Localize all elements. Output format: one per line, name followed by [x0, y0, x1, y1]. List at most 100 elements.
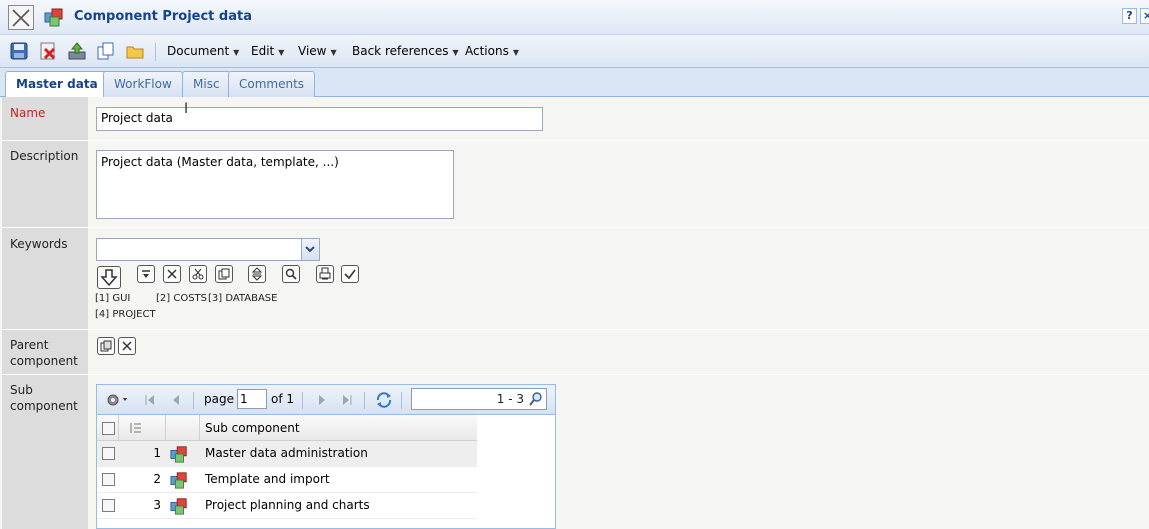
search-icon — [285, 268, 297, 280]
tab-bar: Master data WorkFlow Misc Comments — [0, 68, 1149, 98]
parent-component-label-line2: component — [10, 354, 78, 368]
keywords-label: Keywords — [10, 237, 68, 251]
keyword-search-button[interactable] — [282, 265, 300, 283]
grid-paging-toolbar: page 1 of 1 1 - 3 — [97, 385, 555, 415]
row-number-header[interactable] — [119, 415, 166, 441]
component-icon — [170, 472, 187, 489]
close-icon — [12, 9, 30, 27]
row-divider — [2, 140, 1149, 141]
keywords-combo[interactable] — [96, 238, 320, 261]
component-icon — [170, 446, 187, 463]
search-icon[interactable] — [528, 391, 544, 407]
master-data-form: Name Project data I Description Project … — [0, 97, 1149, 529]
table-row[interactable]: 3 Project planning and charts — [97, 493, 477, 519]
name-input[interactable]: Project data — [96, 107, 543, 131]
row-name[interactable]: Template and import — [205, 472, 330, 486]
icon-column-header — [166, 415, 200, 441]
menu-actions[interactable]: Actions ▼ — [465, 44, 519, 58]
grid-toolbar-separator — [193, 392, 194, 409]
description-textarea[interactable]: Project data (Master data, template, ...… — [96, 150, 454, 219]
select-all-header — [97, 415, 119, 441]
grid-header-row: Sub component — [97, 415, 477, 441]
keyword-filter-button[interactable] — [137, 265, 155, 283]
tab-workflow[interactable]: WorkFlow — [103, 71, 183, 97]
grid-search-input[interactable]: 1 - 3 — [411, 388, 547, 410]
keyword-copy-button[interactable] — [215, 265, 233, 283]
numbered-list-icon — [130, 423, 141, 433]
record-range: 1 - 3 — [496, 392, 524, 406]
checkmark-icon — [344, 269, 356, 280]
menu-document[interactable]: Document ▼ — [167, 44, 239, 58]
copy-icon — [218, 268, 230, 280]
keyword-item[interactable]: [3] DATABASE — [208, 293, 277, 304]
keyword-item[interactable]: [4] PROJECT — [95, 309, 156, 320]
row-divider — [2, 329, 1149, 330]
page-label: page — [204, 392, 234, 406]
parent-component-label-line1: Parent — [10, 338, 49, 352]
tab-comments[interactable]: Comments — [228, 71, 316, 97]
row-checkbox[interactable] — [102, 447, 115, 460]
first-page-icon[interactable] — [143, 393, 157, 407]
sub-component-label-line1: Sub — [10, 383, 33, 397]
keyword-item[interactable]: [1] GUI — [95, 293, 130, 304]
parent-select-button[interactable] — [97, 337, 115, 355]
toolbar: Document ▼ Edit ▼ View ▼ Back references ▼ A… — [0, 35, 1149, 68]
tab-misc[interactable]: Misc — [182, 71, 231, 97]
window-title: Component Project data — [74, 9, 252, 24]
keyword-cut-button[interactable] — [189, 265, 207, 283]
sub-component-grid: page 1 of 1 1 - 3 Sub component 1 Master… — [96, 384, 556, 529]
page-number-input[interactable]: 1 — [237, 389, 267, 409]
save-icon[interactable] — [10, 42, 28, 60]
row-number: 1 — [153, 446, 161, 460]
menu-edit[interactable]: Edit ▼ — [251, 44, 284, 58]
chevron-down-icon — [305, 246, 315, 253]
table-row[interactable]: 1 Master data administration — [97, 441, 477, 467]
row-divider — [2, 374, 1149, 375]
select-all-checkbox[interactable] — [102, 422, 115, 435]
row-name[interactable]: Project planning and charts — [205, 498, 370, 512]
print-icon — [319, 267, 331, 280]
arrow-down-icon — [100, 269, 118, 287]
last-page-icon[interactable] — [340, 393, 354, 407]
row-checkbox[interactable] — [102, 473, 115, 486]
keyword-item[interactable]: [2] COSTS — [156, 293, 207, 304]
select-icon — [100, 340, 112, 352]
parent-clear-button[interactable] — [118, 337, 136, 355]
name-label: Name — [10, 106, 46, 120]
page-count-label: of 1 — [271, 392, 295, 406]
menu-view[interactable]: View ▼ — [298, 44, 337, 58]
keyword-remove-button[interactable] — [163, 265, 181, 283]
keywords-dropdown-button[interactable] — [301, 239, 319, 260]
row-checkbox[interactable] — [102, 499, 115, 512]
filter-icon — [142, 270, 150, 278]
close-window-button[interactable] — [8, 5, 34, 30]
toolbar-separator — [155, 43, 156, 61]
keyword-sort-button[interactable] — [248, 265, 266, 283]
close-icon — [167, 269, 177, 279]
previous-page-icon[interactable] — [169, 393, 183, 407]
delete-icon[interactable] — [39, 42, 57, 60]
add-keyword-button[interactable] — [97, 266, 121, 289]
description-label: Description — [10, 149, 79, 163]
close-panel-button[interactable]: × — [1140, 8, 1149, 24]
row-number: 3 — [153, 498, 161, 512]
gear-icon[interactable] — [105, 392, 129, 408]
folder-icon[interactable] — [126, 42, 144, 60]
component-icon — [170, 498, 187, 515]
next-page-icon[interactable] — [315, 393, 329, 407]
sub-component-column-header[interactable]: Sub component — [205, 421, 300, 435]
grid-toolbar-separator — [401, 392, 402, 409]
help-button[interactable]: ? — [1122, 8, 1137, 24]
export-icon[interactable] — [68, 42, 86, 60]
menu-back-references[interactable]: Back references ▼ — [352, 44, 459, 58]
row-name[interactable]: Master data administration — [205, 446, 368, 460]
keyword-confirm-button[interactable] — [341, 265, 359, 283]
tab-master-data[interactable]: Master data — [5, 71, 109, 98]
row-divider — [2, 227, 1149, 228]
table-row[interactable]: 2 Template and import — [97, 467, 477, 493]
keyword-print-button[interactable] — [316, 265, 334, 283]
copy-icon[interactable] — [97, 42, 115, 60]
sub-component-label-line2: component — [10, 399, 78, 413]
refresh-icon[interactable] — [375, 391, 393, 409]
title-bar: Component Project data ? × — [0, 0, 1149, 35]
